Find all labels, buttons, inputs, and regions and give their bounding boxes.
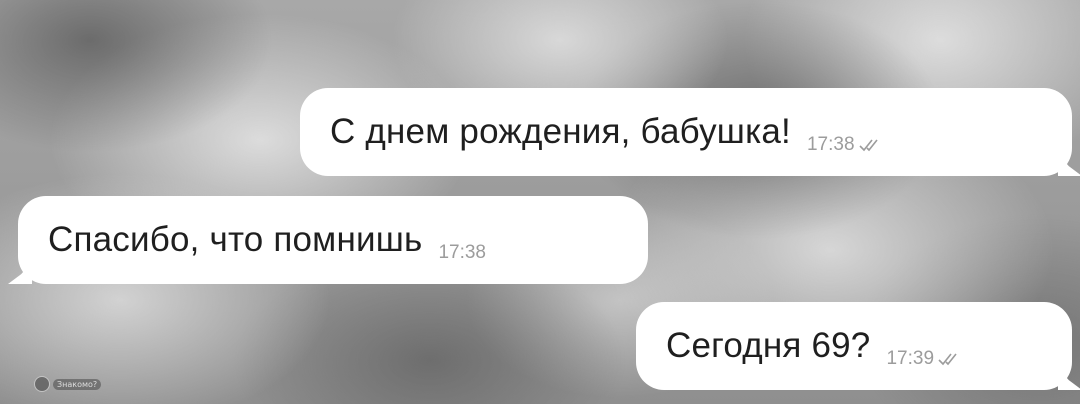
message-time: 17:38 <box>438 242 486 263</box>
message-time: 17:39 <box>886 348 935 369</box>
double-check-icon <box>858 139 878 152</box>
watermark-logo-icon <box>34 376 50 392</box>
message-meta: 17:38 <box>438 242 486 264</box>
message-text: Сегодня 69? <box>666 326 871 365</box>
message-bubble-outgoing[interactable]: С днем рождения, бабушка! 17:38 <box>300 88 1072 176</box>
message-bubble-outgoing[interactable]: Сегодня 69? 17:39 <box>636 302 1072 390</box>
watermark: Знакомо? <box>34 376 102 392</box>
message-text: С днем рождения, бабушка! <box>330 112 791 151</box>
message-time: 17:38 <box>806 134 855 155</box>
watermark-text: Знакомо? <box>53 378 102 390</box>
message-meta: 17:39 <box>886 348 963 370</box>
message-text: Спасибо, что помнишь <box>48 220 423 259</box>
message-bubble-incoming[interactable]: Спасибо, что помнишь 17:38 <box>18 196 648 284</box>
double-check-icon <box>938 353 957 366</box>
message-meta: 17:38 <box>807 134 884 156</box>
